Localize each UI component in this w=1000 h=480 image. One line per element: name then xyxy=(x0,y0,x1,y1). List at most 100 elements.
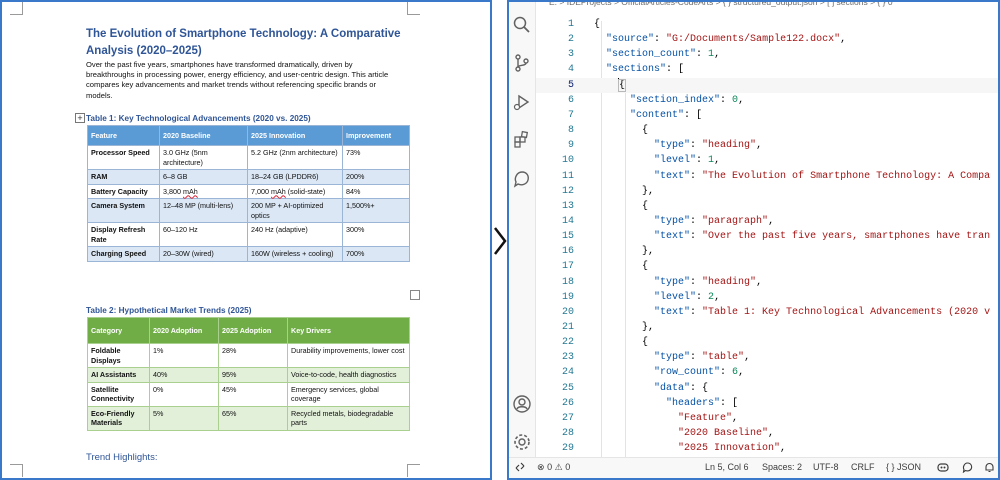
code-text: "content": [ xyxy=(630,109,703,121)
code-line[interactable]: 14 "type": "paragraph", xyxy=(536,214,998,229)
table-cell: 240 Hz (adaptive) xyxy=(247,222,343,247)
notifications-bell-icon[interactable] xyxy=(984,462,995,473)
error-count: 0 xyxy=(547,462,553,472)
code-text: }, xyxy=(594,185,655,197)
spelling-marker[interactable]: mAh xyxy=(183,187,198,196)
line-number: 18 xyxy=(561,276,574,288)
code-line[interactable]: 26 "headers": [ xyxy=(536,396,998,411)
code-line[interactable]: 6 "section_index": 0, xyxy=(536,93,998,108)
code-line[interactable]: 23 "type": "table", xyxy=(536,350,998,365)
table-move-handle-icon[interactable]: + xyxy=(75,113,85,123)
copilot-icon[interactable] xyxy=(937,462,949,473)
table-row: Eco-Friendly Materials 5% 65% Recycled meta… xyxy=(87,405,410,431)
code-line[interactable]: 3 "section_count": 1, xyxy=(536,47,998,62)
code-text: "section_count": 1, xyxy=(606,49,721,61)
source-control-icon[interactable] xyxy=(512,53,532,73)
code-line[interactable]: 20 "text": "Table 1: Key Technological A… xyxy=(536,305,998,320)
code-line[interactable]: 10 "level": 1, xyxy=(536,153,998,168)
account-icon[interactable] xyxy=(512,394,532,414)
cursor-position[interactable]: Ln 5, Col 6 xyxy=(705,462,749,472)
code-line[interactable]: 16 }, xyxy=(536,244,998,259)
encoding-setting[interactable]: UTF-8 xyxy=(813,462,839,472)
table-row: Processor Speed 3.0 GHz (5nm architecture… xyxy=(87,145,410,170)
advancements-table: Feature 2020 Baseline 2025 Innovation Impro… xyxy=(87,125,410,262)
line-number: 12 xyxy=(561,185,574,197)
column-header: 2025 Innovation xyxy=(247,125,343,146)
code-line[interactable]: 9 "type": "heading", xyxy=(536,138,998,153)
code-text: "text": "The Evolution of Smartphone Tec… xyxy=(654,170,991,182)
chat-icon[interactable] xyxy=(512,169,532,189)
table-cell: 1% xyxy=(149,343,219,368)
code-line[interactable]: 22 { xyxy=(536,335,998,350)
status-bar: ⊗ 0 ⚠ 0 Ln 5, Col 6 Spaces: 2 UTF-8 CRLF… xyxy=(509,457,998,478)
table-cell: 160W (wireless + cooling) xyxy=(247,246,343,262)
code-line[interactable]: 19 "level": 2, xyxy=(536,290,998,305)
code-line[interactable]: 11 "text": "The Evolution of Smartphone … xyxy=(536,169,998,184)
line-number: 9 xyxy=(567,140,574,152)
code-line[interactable]: 21 }, xyxy=(536,320,998,335)
code-line[interactable]: 18 "type": "heading", xyxy=(536,275,998,290)
activity-bar xyxy=(509,2,536,460)
code-line[interactable]: 24 "row_count": 6, xyxy=(536,365,998,380)
document-title: The Evolution of Smartphone Technology: … xyxy=(86,28,401,57)
table-cell: Foldable Displays xyxy=(87,343,150,368)
code-text: "section_index": 0, xyxy=(630,94,745,106)
chat-status-icon[interactable] xyxy=(962,462,973,473)
code-text: { xyxy=(618,77,627,92)
code-line[interactable]: 7 "content": [ xyxy=(536,108,998,123)
table-cell: 3.0 GHz (5nm architecture) xyxy=(159,145,248,170)
remote-icon[interactable] xyxy=(515,462,525,472)
document-panel[interactable]: The Evolution of Smartphone Technology: … xyxy=(0,0,492,480)
code-text: "headers": [ xyxy=(666,397,739,409)
table-cell: Charging Speed xyxy=(87,246,160,262)
column-header: 2020 Adoption xyxy=(149,317,219,344)
breadcrumb[interactable]: E: > IDEProjects > OfficialArticles-Code… xyxy=(549,2,893,9)
table-cell: Processor Speed xyxy=(87,145,160,170)
table2-heading: Table 2: Hypothetical Market Trends (202… xyxy=(86,306,252,315)
code-line[interactable]: 28 "2020 Baseline", xyxy=(536,426,998,441)
settings-gear-icon[interactable] xyxy=(512,432,532,452)
table-row: Battery Capacity 3,800 mAh 7,000 mAh (soli… xyxy=(87,183,410,199)
code-line[interactable]: 5 { xyxy=(536,77,998,93)
code-text: "Feature", xyxy=(678,412,739,424)
line-number: 21 xyxy=(561,322,574,333)
problems-indicator[interactable]: ⊗ 0 ⚠ 0 xyxy=(537,462,570,473)
run-debug-icon[interactable] xyxy=(512,92,532,112)
code-text: { xyxy=(594,261,649,273)
line-ending-setting[interactable]: CRLF xyxy=(851,462,875,472)
table-cell: Satellite Connectivity xyxy=(87,381,150,407)
language-label: JSON xyxy=(897,462,922,472)
code-editor[interactable]: 1{2 "source": "G:/Documents/Sample122.do… xyxy=(536,14,998,460)
code-line[interactable]: 15 "text": "Over the past five years, sm… xyxy=(536,229,998,244)
code-editor-panel[interactable]: E: > IDEProjects > OfficialArticles-Code… xyxy=(507,0,1000,480)
language-mode[interactable]: { } JSON xyxy=(886,462,921,472)
code-line[interactable]: 8 { xyxy=(536,123,998,138)
extensions-icon[interactable] xyxy=(512,130,532,150)
table-cell: 12–48 MP (multi-lens) xyxy=(159,198,248,223)
table-cell: 73% xyxy=(342,145,410,170)
table-cell: 300% xyxy=(342,222,410,247)
page-corner-mark xyxy=(407,2,420,15)
code-line[interactable]: 13 { xyxy=(536,199,998,214)
code-line[interactable]: 17 { xyxy=(536,259,998,274)
line-number: 11 xyxy=(561,170,574,182)
code-line[interactable]: 27 "Feature", xyxy=(536,411,998,426)
spelling-marker[interactable]: mAh xyxy=(271,187,286,196)
code-line[interactable]: 1{ xyxy=(536,17,998,32)
search-icon[interactable] xyxy=(512,15,532,35)
code-text: "data": { xyxy=(654,382,709,394)
code-line[interactable]: 25 "data": { xyxy=(536,381,998,396)
line-number: 13 xyxy=(561,200,574,212)
code-line[interactable]: 12 }, xyxy=(536,184,998,199)
indentation-setting[interactable]: Spaces: 2 xyxy=(762,462,802,472)
line-number: 17 xyxy=(561,261,574,273)
code-line[interactable]: 4 "sections": [ xyxy=(536,62,998,77)
code-line[interactable]: 29 "2025 Innovation", xyxy=(536,441,998,456)
table-resize-handle[interactable] xyxy=(410,290,420,300)
page-corner-mark xyxy=(407,464,420,477)
code-text: { xyxy=(594,19,601,30)
code-line[interactable]: 2 "source": "G:/Documents/Sample122.docx… xyxy=(536,32,998,47)
line-number: 1 xyxy=(567,19,574,30)
line-number: 26 xyxy=(561,397,574,409)
code-text: }, xyxy=(594,322,655,333)
